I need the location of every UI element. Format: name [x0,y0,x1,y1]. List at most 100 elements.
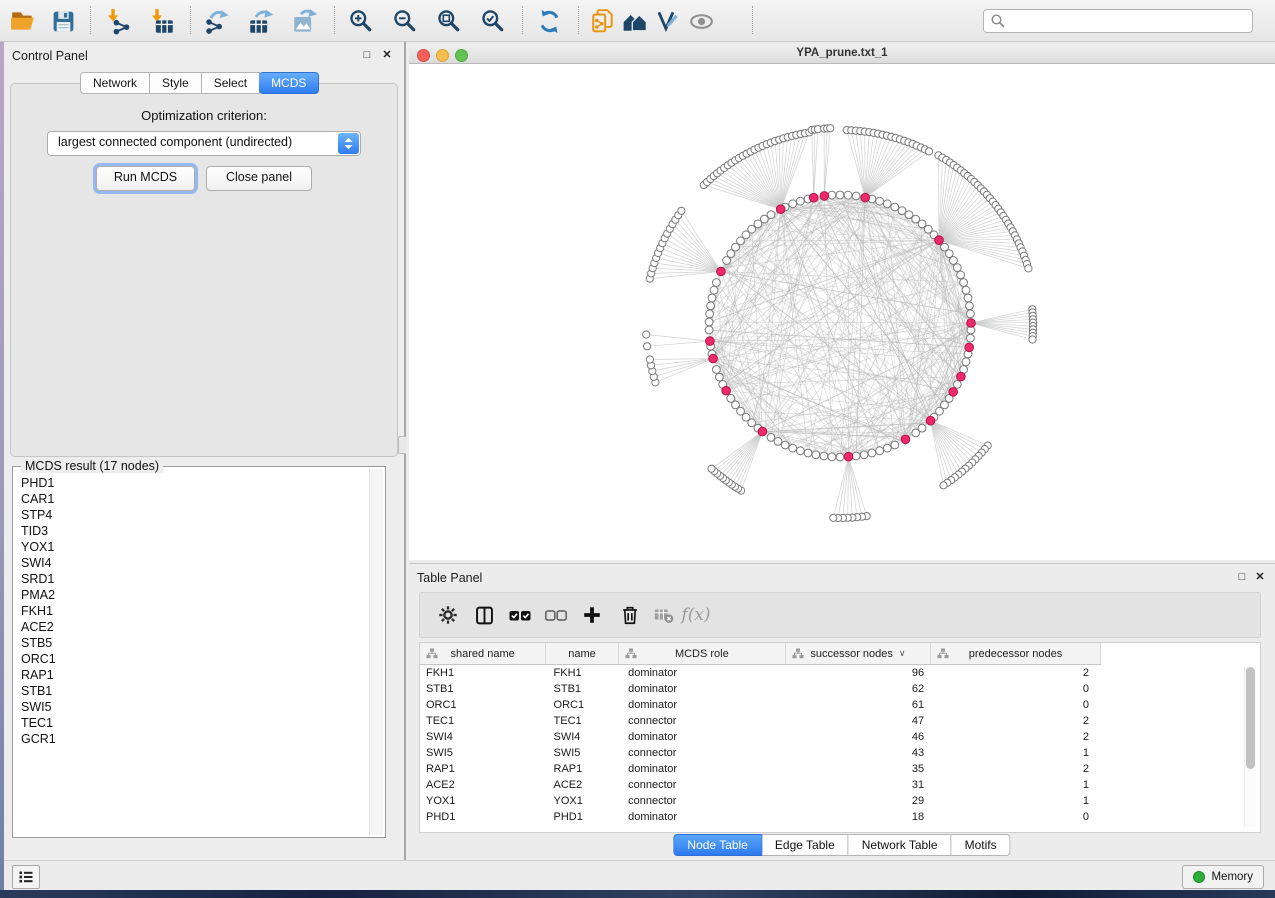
close-panel-icon[interactable]: ✕ [380,48,394,62]
function-builder-icon[interactable]: f(x) [682,602,710,628]
result-node-item[interactable]: TEC1 [15,715,369,731]
table-row[interactable]: TEC1TEC1connector472 [420,713,1101,729]
result-node-item[interactable]: PMA2 [15,587,369,603]
tab-select[interactable]: Select [202,72,260,94]
close-table-panel-icon[interactable]: ✕ [1253,570,1267,584]
table-cell[interactable]: connector [624,713,792,729]
tab-motifs[interactable]: Motifs [952,834,1011,856]
table-cell[interactable]: 31 [792,777,934,793]
result-node-item[interactable]: PHD1 [15,475,369,491]
table-cell[interactable]: 0 [934,809,1101,825]
table-cell[interactable]: 1 [934,793,1101,809]
table-row[interactable]: SWI4SWI4dominator462 [420,729,1101,745]
table-cell[interactable]: TEC1 [420,713,550,729]
table-cell[interactable]: STB1 [420,681,550,697]
network-window-titlebar[interactable]: YPA_prune.txt_1 [409,45,1275,64]
result-node-item[interactable]: STP4 [15,507,369,523]
result-node-item[interactable]: GCR1 [15,731,369,747]
close-panel-button[interactable]: Close panel [206,166,312,191]
memory-button[interactable]: Memory [1182,865,1264,889]
columns-icon[interactable] [470,602,498,628]
table-cell[interactable]: YOX1 [420,793,550,809]
table-cell[interactable]: RAP1 [550,761,625,777]
delete-row-icon[interactable] [616,602,644,628]
table-cell[interactable]: PHD1 [550,809,625,825]
import-network-icon[interactable] [102,6,132,36]
optimization-select[interactable]: largest connected component (undirected) [47,131,361,156]
annotations-icon[interactable] [652,6,682,36]
result-node-item[interactable]: CAR1 [15,491,369,507]
zoom-out-icon[interactable] [390,6,420,36]
table-cell[interactable]: 1 [934,777,1101,793]
table-cell[interactable]: connector [624,793,792,809]
result-node-item[interactable]: SWI4 [15,555,369,571]
table-cell[interactable]: RAP1 [420,761,550,777]
float-table-panel-icon[interactable]: □ [1235,570,1249,584]
import-table-icon[interactable] [146,6,176,36]
table-cell[interactable]: 29 [792,793,934,809]
table-cell[interactable]: TEC1 [550,713,625,729]
tab-network[interactable]: Network [80,72,150,94]
float-panel-icon[interactable]: □ [360,48,374,62]
tab-mcds[interactable]: MCDS [259,72,319,94]
table-cell[interactable]: PHD1 [420,809,550,825]
table-cell[interactable]: SWI5 [550,745,625,761]
table-row[interactable]: ACE2ACE2connector311 [420,777,1101,793]
table-cell[interactable]: connector [624,745,792,761]
result-node-item[interactable]: ORC1 [15,651,369,667]
table-cell[interactable]: 2 [934,713,1101,729]
table-scrollbar-thumb[interactable] [1246,667,1255,769]
export-network-icon[interactable] [202,6,232,36]
eye-icon[interactable] [686,6,716,36]
table-cell[interactable]: 43 [792,745,934,761]
tab-style[interactable]: Style [150,72,202,94]
network-from-selection-icon[interactable] [588,6,618,36]
open-file-icon[interactable] [8,6,38,36]
zoom-in-icon[interactable] [346,6,376,36]
result-node-item[interactable]: STB5 [15,635,369,651]
table-cell[interactable]: 47 [792,713,934,729]
table-cell[interactable]: 2 [934,761,1101,777]
table-cell[interactable]: SWI4 [420,729,550,745]
result-node-item[interactable]: YOX1 [15,539,369,555]
table-cell[interactable]: 18 [792,809,934,825]
export-image-icon[interactable] [290,6,320,36]
table-cell[interactable]: connector [624,777,792,793]
table-row[interactable]: YOX1YOX1connector291 [420,793,1101,809]
settings-icon[interactable] [434,602,462,628]
tab-edge-table[interactable]: Edge Table [762,834,849,856]
table-cell[interactable]: 96 [792,665,934,681]
table-row[interactable]: FKH1FKH1dominator962 [420,665,1101,681]
tab-network-table[interactable]: Network Table [849,834,952,856]
table-cell[interactable]: dominator [624,681,792,697]
table-cell[interactable]: STB1 [550,681,625,697]
table-scrollbar[interactable] [1244,667,1256,827]
table-cell[interactable]: FKH1 [550,665,625,681]
table-cell[interactable]: ORC1 [550,697,625,713]
table-cell[interactable]: 1 [934,745,1101,761]
column-header-predecessor-nodes[interactable]: predecessor nodes [931,643,1101,664]
table-cell[interactable]: 46 [792,729,934,745]
houses-icon[interactable] [620,6,650,36]
table-cell[interactable]: 0 [934,697,1101,713]
select-all-icon[interactable] [506,602,534,628]
result-scrollbar[interactable] [369,469,383,835]
table-row[interactable]: SWI5SWI5connector431 [420,745,1101,761]
network-canvas[interactable] [409,64,1275,560]
zoom-fit-icon[interactable] [434,6,464,36]
run-mcds-button[interactable]: Run MCDS [96,166,195,191]
table-row[interactable]: PHD1PHD1dominator180 [420,809,1101,825]
table-cell[interactable]: ACE2 [550,777,625,793]
deselect-all-icon[interactable] [542,602,570,628]
search-input[interactable] [1010,11,1246,31]
table-cell[interactable]: ORC1 [420,697,550,713]
refresh-view-icon[interactable] [534,6,564,36]
table-cell[interactable]: dominator [624,761,792,777]
table-cell[interactable]: YOX1 [550,793,625,809]
table-cell[interactable]: 62 [792,681,934,697]
add-row-icon[interactable] [578,602,606,628]
save-session-icon[interactable] [48,6,78,36]
table-cell[interactable]: dominator [624,729,792,745]
column-header-shared-name[interactable]: shared name [420,643,546,664]
result-node-item[interactable]: STB1 [15,683,369,699]
